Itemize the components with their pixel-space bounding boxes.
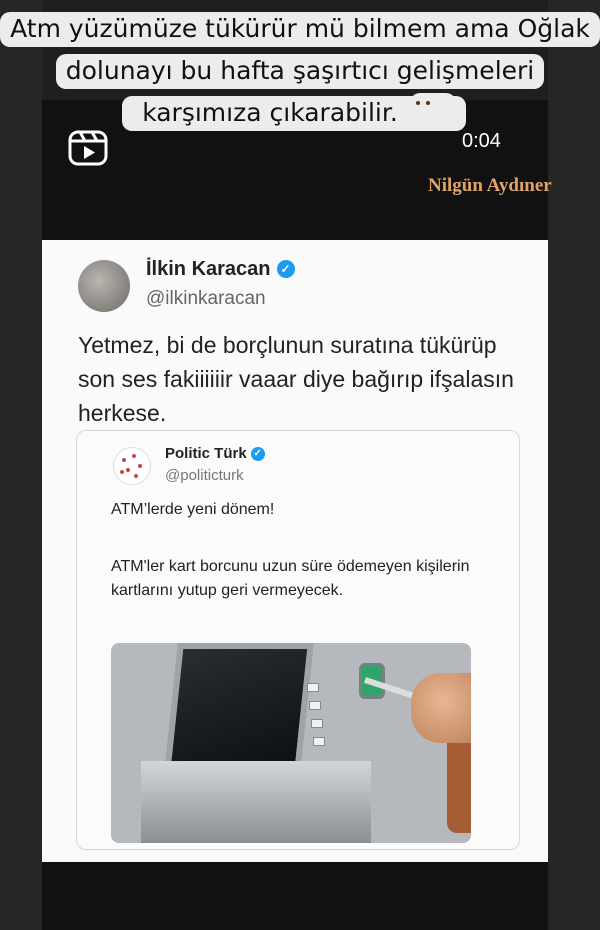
quoted-author-name-text: Politic Türk [165,445,247,462]
quoted-author-name: Politic Türk ✓ [165,445,265,462]
atm-body [141,761,371,843]
atm-screen [164,643,314,773]
caption-line-3: karşımıza çıkarabilir. [132,96,408,131]
story-caption: Atm yüzümüze tükürür mü bilmem ama Oğlak… [0,0,600,134]
watermark: Nilgün Aydıner [428,175,552,196]
author-name-text: İlkin Karacan [146,258,271,280]
caption-line-2: dolunayı bu hafta şaşırtıcı gelişmeleri [55,54,545,89]
tweet-author-name: İlkin Karacan ✓ [146,258,295,281]
reels-icon[interactable] [68,130,108,166]
right-background [548,0,600,930]
verified-badge-icon: ✓ [276,260,295,278]
tweet-author-handle: @ilkinkaracan [146,288,266,309]
hand [411,673,471,743]
tweet-card: İlkin Karacan ✓ @ilkinkaracan Yetmez, bi … [42,240,548,862]
left-background [0,0,42,930]
quoted-text-headline: ATM’lerde yeni dönem! [111,501,275,518]
quoted-avatar [113,447,151,485]
verified-badge-icon: ✓ [250,447,265,461]
video-timer: 0:04 [462,130,501,152]
quoted-tweet: Politic Türk ✓ @politicturk ATM’lerde yen… [76,430,520,850]
tweet-text: Yetmez, bi de borçlunun suratına tükürüp… [78,332,514,426]
avatar [78,260,130,312]
atm-photo [111,643,471,843]
hand-over-mouth-emoji-icon [409,93,456,125]
quoted-text-body: ATM'ler kart borcunu uzun süre ödemeyen … [111,558,470,599]
caption-line-1: Atm yüzümüze tükürür mü bilmem ama Oğlak [0,12,600,47]
quoted-author-handle: @politicturk [165,467,244,484]
